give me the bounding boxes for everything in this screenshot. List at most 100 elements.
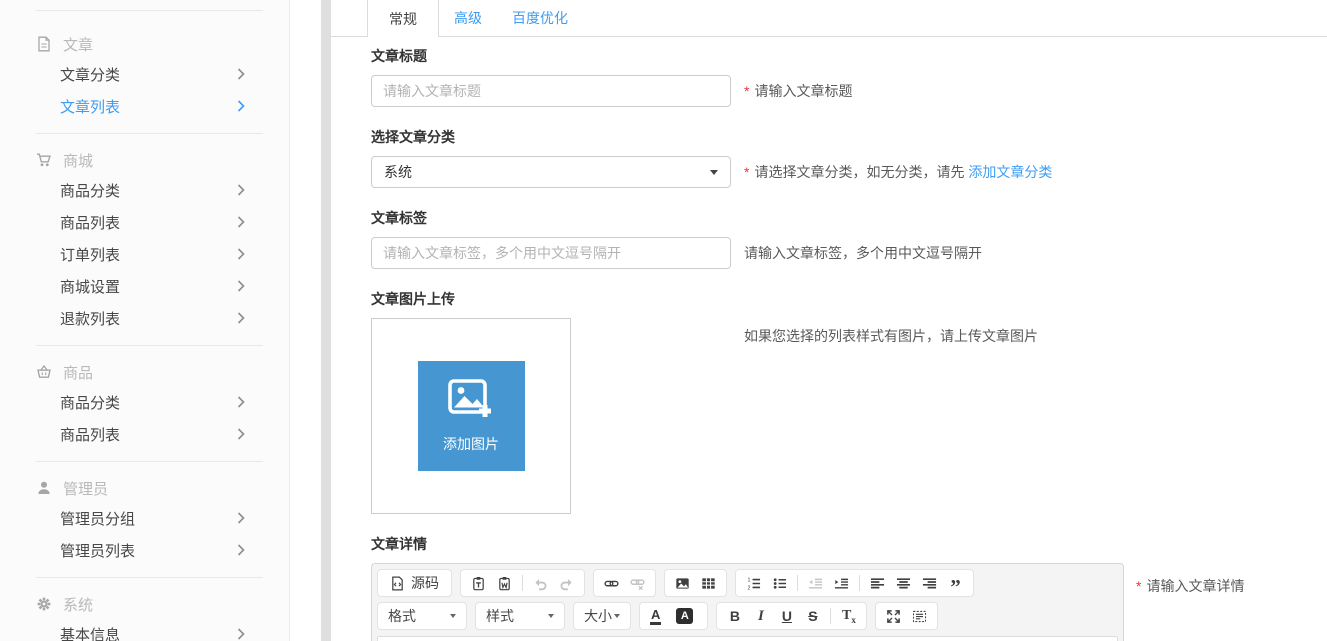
align-left-button[interactable] — [865, 571, 890, 595]
sidebar-item-label: 商品分类 — [60, 392, 120, 413]
unlink-button[interactable] — [625, 571, 650, 595]
sidebar-item-label: 商品列表 — [60, 212, 120, 233]
app-window: 文章 文章分类 文章列表 商城 商品分类 商品列表 订单列表 商城设置 — [0, 0, 1327, 641]
editor-toolbar-row-2: 格式 样式 大小 A — [377, 601, 1118, 634]
undo-button[interactable] — [528, 571, 553, 595]
maximize-button[interactable] — [881, 604, 906, 628]
source-code-button[interactable]: 源码 — [383, 571, 446, 595]
show-blocks-button[interactable] — [907, 604, 932, 628]
size-combo[interactable]: 大小 — [573, 602, 631, 630]
align-right-button[interactable] — [917, 571, 942, 595]
article-tags-input[interactable] — [371, 237, 731, 269]
link-icon — [604, 576, 619, 591]
paste-word-icon — [497, 576, 512, 591]
sidebar-item-label: 商品列表 — [60, 424, 120, 445]
size-combo-label: 大小 — [584, 606, 612, 626]
show-blocks-icon — [912, 609, 927, 624]
editor-content-area[interactable] — [377, 636, 1118, 641]
chevron-right-icon — [237, 248, 245, 260]
numbered-list-icon — [746, 576, 761, 591]
text-color-icon: A — [650, 608, 661, 625]
redo-button[interactable] — [554, 571, 579, 595]
tags-field-hint: 请输入文章标签，多个用中文逗号隔开 — [744, 243, 982, 263]
required-asterisk: * — [1136, 578, 1141, 594]
sidebar-item-product-category[interactable]: 商品分类 — [0, 386, 289, 418]
tab-advanced[interactable]: 高级 — [439, 0, 497, 36]
remove-format-button[interactable]: Tx — [836, 604, 861, 628]
tab-baidu-seo[interactable]: 百度优化 — [497, 0, 583, 36]
sidebar-item-label: 文章列表 — [60, 96, 120, 117]
article-title-input[interactable] — [371, 75, 731, 107]
sidebar-item-mall-settings[interactable]: 商城设置 — [0, 270, 289, 302]
sidebar-item-label: 退款列表 — [60, 308, 120, 329]
rich-text-editor: 源码 — [371, 563, 1124, 641]
add-image-button[interactable]: 添加图片 — [418, 361, 525, 471]
main-content: 常规 高级 百度优化 文章标题 *请输入文章标题 选择文章分类 系统 — [331, 0, 1327, 641]
sidebar-section-label: 商城 — [63, 150, 93, 171]
sidebar-item-admin-list[interactable]: 管理员列表 — [0, 534, 289, 566]
sidebar-item-article-category[interactable]: 文章分类 — [0, 58, 289, 90]
format-combo[interactable]: 格式 — [377, 602, 467, 630]
italic-button[interactable]: I — [748, 604, 773, 628]
sidebar-section-label: 系统 — [63, 594, 93, 615]
chevron-right-icon — [237, 100, 245, 112]
chevron-right-icon — [237, 280, 245, 292]
insert-table-button[interactable] — [696, 571, 721, 595]
category-select-value: 系统 — [384, 162, 412, 182]
blockquote-button[interactable]: ” — [943, 571, 968, 595]
sidebar-item-order-list[interactable]: 订单列表 — [0, 238, 289, 270]
style-combo-label: 样式 — [486, 606, 514, 626]
align-center-button[interactable] — [891, 571, 916, 595]
insert-image-button[interactable] — [670, 571, 695, 595]
toolbar-separator — [830, 608, 831, 624]
sidebar-section-article: 文章 — [0, 30, 289, 58]
text-color-button[interactable]: A — [645, 604, 670, 628]
chevron-right-icon — [237, 628, 245, 640]
panel-gutter — [290, 0, 331, 641]
outdent-button[interactable] — [803, 571, 828, 595]
indent-button[interactable] — [829, 571, 854, 595]
chevron-right-icon — [237, 312, 245, 324]
sidebar-item-label: 订单列表 — [60, 244, 120, 265]
underline-button[interactable]: U — [774, 604, 799, 628]
sidebar-item-product-list[interactable]: 商品列表 — [0, 418, 289, 450]
source-code-label: 源码 — [411, 573, 439, 593]
sidebar-item-goods-category[interactable]: 商品分类 — [0, 174, 289, 206]
sidebar-item-refund-list[interactable]: 退款列表 — [0, 302, 289, 334]
image-upload-dropzone: 添加图片 — [371, 318, 571, 514]
paste-as-text-button[interactable] — [466, 571, 491, 595]
divider — [36, 10, 263, 11]
image-field-hint: 如果您选择的列表样式有图片，请上传文章图片 — [744, 326, 1038, 346]
sidebar-item-basic-info[interactable]: 基本信息 — [0, 618, 289, 641]
align-right-icon — [922, 576, 937, 591]
bold-button[interactable]: B — [722, 604, 747, 628]
image-icon — [675, 576, 690, 591]
style-combo[interactable]: 样式 — [475, 602, 565, 630]
sidebar-item-goods-list[interactable]: 商品列表 — [0, 206, 289, 238]
numbered-list-button[interactable] — [741, 571, 766, 595]
sidebar-item-admin-group[interactable]: 管理员分组 — [0, 502, 289, 534]
tab-general[interactable]: 常规 — [367, 0, 439, 37]
indent-icon — [834, 576, 849, 591]
sidebar-section-label: 管理员 — [63, 478, 108, 499]
vertical-scrollbar[interactable] — [321, 0, 331, 641]
background-color-button[interactable]: A — [671, 604, 702, 628]
paste-from-word-button[interactable] — [492, 571, 517, 595]
bulleted-list-button[interactable] — [767, 571, 792, 595]
form-tabbar: 常规 高级 百度优化 — [331, 0, 1327, 37]
article-form: 文章标题 *请输入文章标题 选择文章分类 系统 — [331, 46, 1327, 641]
add-category-link[interactable]: 添加文章分类 — [968, 164, 1052, 180]
strikethrough-button[interactable]: S — [800, 604, 825, 628]
sidebar-item-label: 文章分类 — [60, 64, 120, 85]
link-button[interactable] — [599, 571, 624, 595]
sidebar-item-article-list[interactable]: 文章列表 — [0, 90, 289, 122]
category-select[interactable]: 系统 — [371, 156, 731, 188]
divider — [36, 345, 263, 346]
sidebar-item-label: 商品分类 — [60, 180, 120, 201]
bulleted-list-icon — [772, 576, 787, 591]
sidebar-item-label: 管理员列表 — [60, 540, 135, 561]
format-combo-label: 格式 — [388, 606, 416, 626]
align-center-icon — [896, 576, 911, 591]
redo-icon — [559, 576, 574, 591]
divider — [36, 577, 263, 578]
